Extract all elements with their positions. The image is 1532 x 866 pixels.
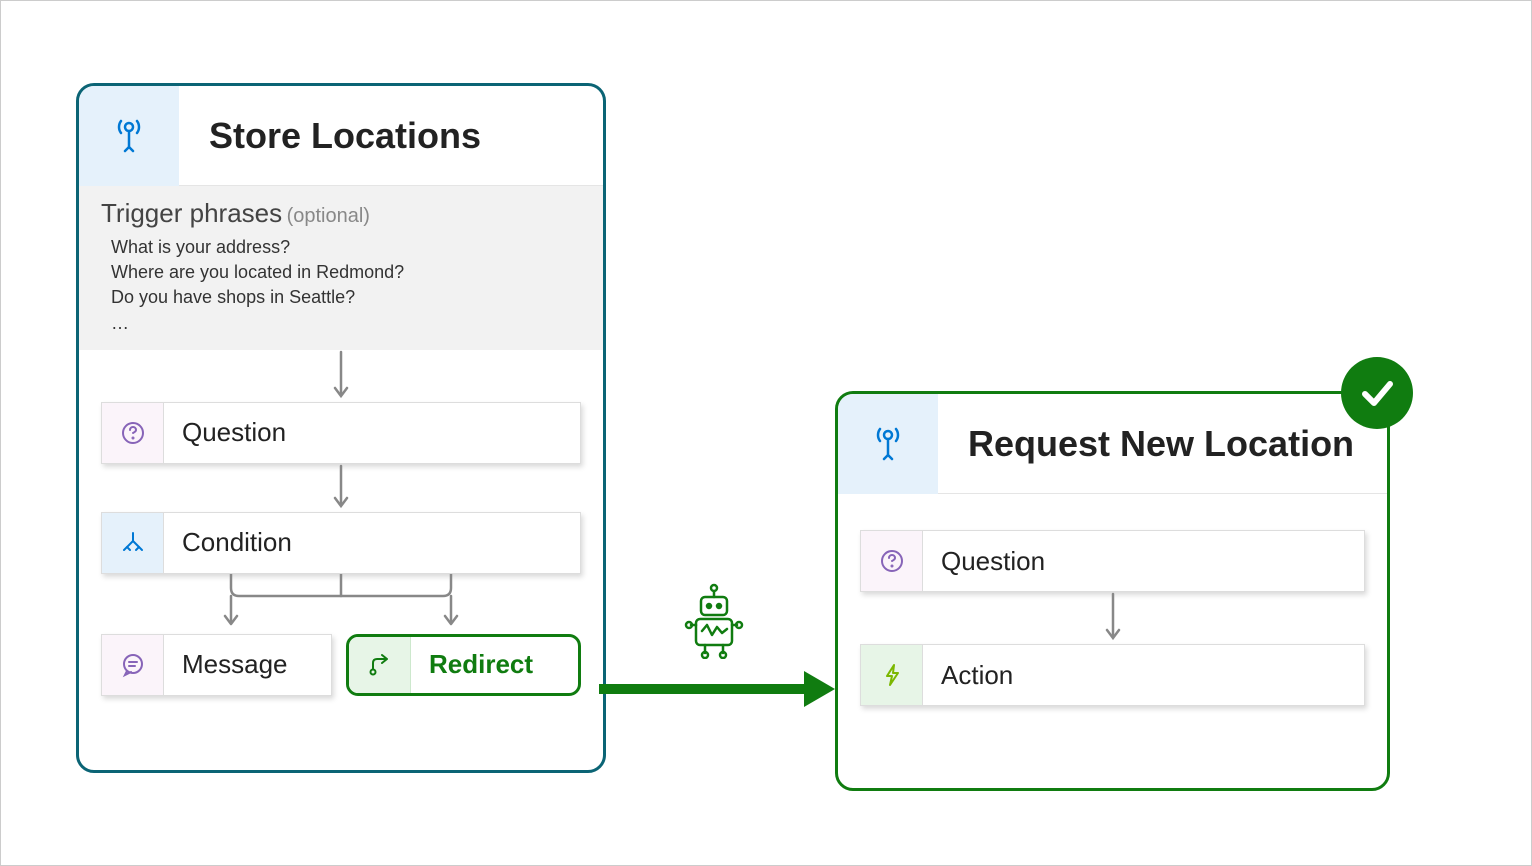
trigger-phrases-block[interactable]: Trigger phrases (optional) What is your … [79, 186, 603, 350]
topic-title: Store Locations [179, 115, 481, 157]
connector-arrow-down [79, 350, 603, 402]
antenna-icon [870, 423, 906, 465]
connector-arrow-down [838, 592, 1387, 644]
topic-header: Request New Location [838, 394, 1387, 494]
condition-node[interactable]: Condition [101, 512, 581, 574]
trigger-phrase: What is your address? [111, 235, 581, 260]
topic-icon-box [838, 394, 938, 494]
question-label: Question [923, 546, 1045, 577]
redirect-label: Redirect [411, 649, 533, 680]
condition-label: Condition [164, 527, 292, 558]
topic-icon-box [79, 86, 179, 186]
bot-icon [679, 581, 749, 664]
connector-split-arrow [79, 574, 603, 634]
trigger-phrases-header: Trigger phrases (optional) [101, 198, 581, 229]
question-node[interactable]: Question [860, 530, 1365, 592]
action-node[interactable]: Action [860, 644, 1365, 706]
connector-arrow-down [79, 464, 603, 512]
trigger-phrase: Do you have shops in Seattle? [111, 285, 581, 310]
topic-header: Store Locations [79, 86, 603, 186]
message-label: Message [164, 649, 288, 680]
redirect-connector-arrow [599, 669, 839, 709]
trigger-phrase: Where are you located in Redmond? [111, 260, 581, 285]
trigger-phrases-list: What is your address? Where are you loca… [101, 229, 581, 336]
message-icon [102, 635, 164, 695]
question-icon [102, 403, 164, 463]
topic-card-store-locations: Store Locations Trigger phrases (optiona… [76, 83, 606, 773]
trigger-phrases-optional: (optional) [287, 205, 370, 227]
checkmark-badge [1341, 357, 1413, 429]
trigger-phrases-label: Trigger phrases [101, 198, 282, 228]
action-icon [861, 645, 923, 705]
redirect-icon [349, 637, 411, 693]
condition-icon [102, 513, 164, 573]
checkmark-icon [1355, 371, 1399, 415]
topic-title: Request New Location [938, 423, 1354, 465]
redirect-node[interactable]: Redirect [346, 634, 581, 696]
trigger-phrase: … [111, 311, 581, 336]
question-icon [861, 531, 923, 591]
message-node[interactable]: Message [101, 634, 332, 696]
action-label: Action [923, 660, 1013, 691]
topic-card-request-new-location: Request New Location Question Action [835, 391, 1390, 791]
antenna-icon [111, 115, 147, 157]
question-label: Question [164, 417, 286, 448]
question-node[interactable]: Question [101, 402, 581, 464]
